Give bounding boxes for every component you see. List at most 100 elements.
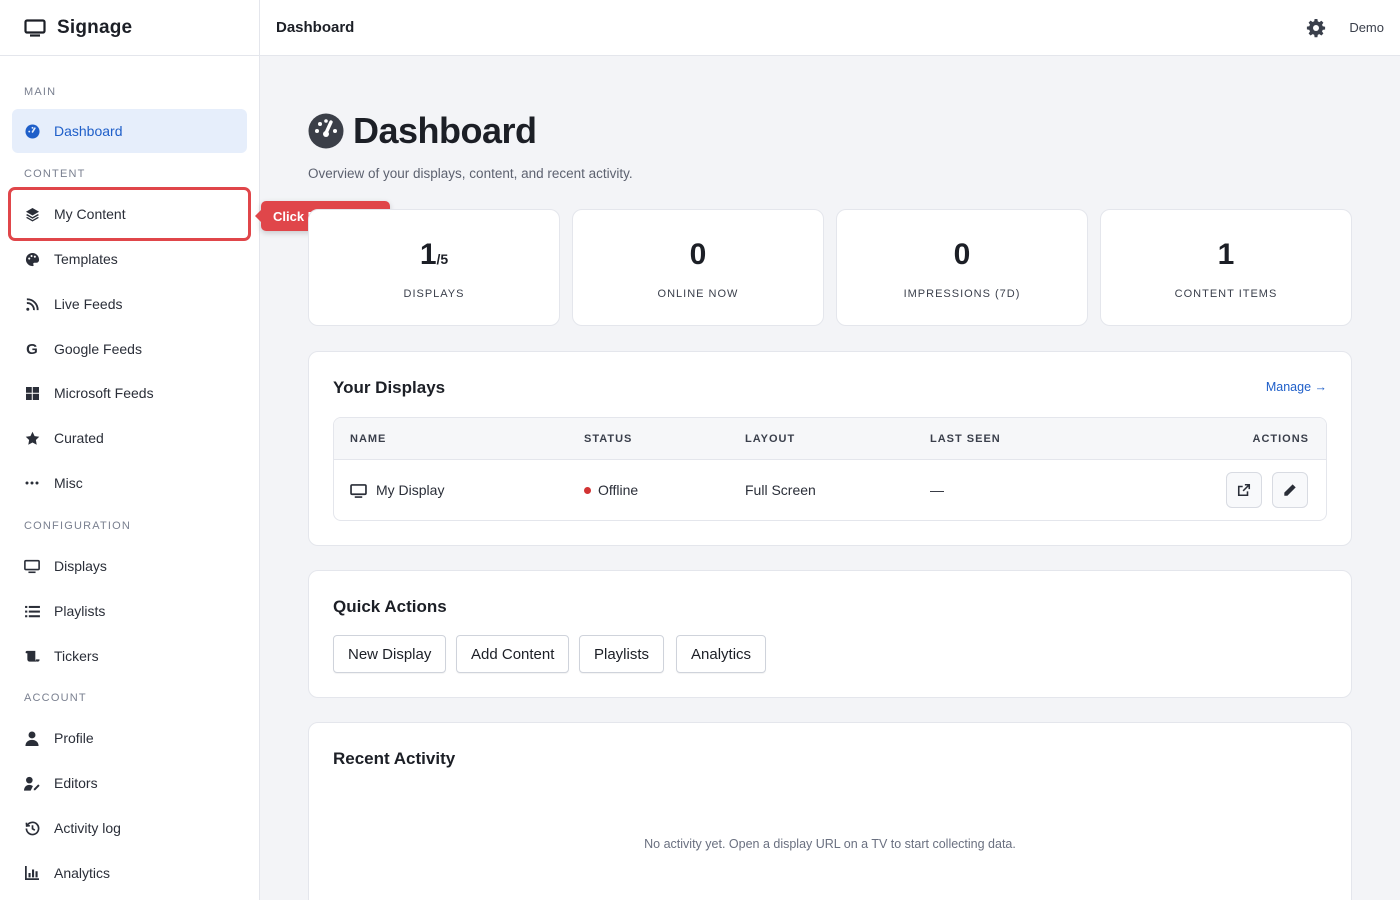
scroll-icon — [24, 648, 40, 664]
list-icon — [24, 603, 40, 619]
sidebar-item-microsoft-feeds[interactable]: Microsoft Feeds — [12, 371, 247, 415]
stat-label: CONTENT ITEMS — [1174, 288, 1278, 300]
display-name[interactable]: My Display — [376, 482, 444, 498]
section-label-configuration: CONFIGURATION — [24, 520, 132, 532]
sidebar-item-editors[interactable]: Editors — [12, 761, 247, 805]
stat-card-displays: 1/5 DISPLAYS — [308, 209, 560, 326]
brand-name: Signage — [57, 16, 133, 38]
status-dot — [584, 486, 591, 494]
stat-card-online: 0 ONLINE NOW — [572, 209, 824, 326]
section-label-main: MAIN — [24, 86, 57, 98]
sidebar-item-live-feeds[interactable]: Live Feeds — [12, 282, 247, 326]
stat-value: 1 — [1217, 238, 1235, 271]
section-label-account: ACCOUNT — [24, 692, 87, 704]
status-text: Offline — [598, 482, 639, 498]
new-display-button[interactable]: New Display — [333, 635, 447, 673]
monitor-icon — [24, 558, 40, 574]
topbar-title: Dashboard — [276, 19, 355, 36]
stat-suffix: /5 — [436, 251, 449, 267]
empty-state-message: No activity yet. Open a display URL on a… — [644, 837, 1016, 851]
sidebar-item-label: Templates — [54, 251, 118, 267]
stat-number: 1 — [419, 238, 437, 271]
sidebar-item-label: Google Feeds — [54, 341, 142, 357]
user-icon — [24, 730, 40, 746]
monitor-icon — [24, 18, 46, 37]
sidebar-item-playlists[interactable]: Playlists — [12, 589, 247, 633]
stat-label: ONLINE NOW — [657, 288, 739, 300]
card-title: Quick Actions — [333, 597, 447, 616]
sidebar-item-label: Dashboard — [54, 123, 123, 139]
history-icon — [24, 820, 40, 836]
playlists-button[interactable]: Playlists — [579, 635, 665, 673]
displays-table: NAME STATUS LAYOUT LAST SEEN ACTIONS My … — [333, 417, 1327, 521]
pencil-icon — [1284, 484, 1296, 496]
windows-icon — [24, 385, 40, 401]
sidebar-item-label: Live Feeds — [54, 296, 123, 312]
layers-icon — [24, 206, 40, 222]
column-header: NAME — [350, 433, 387, 445]
sidebar-item-label: Displays — [54, 558, 107, 574]
gear-icon[interactable] — [1306, 18, 1326, 38]
section-label-content: CONTENT — [24, 168, 86, 180]
chart-icon — [24, 865, 40, 881]
open-display-button[interactable] — [1226, 472, 1262, 508]
user-menu[interactable]: Demo — [1349, 20, 1384, 35]
page-title: Dashboard — [353, 110, 537, 151]
sidebar-item-label: Microsoft Feeds — [54, 385, 154, 401]
sidebar-item-tickers[interactable]: Tickers — [12, 634, 247, 678]
column-header: STATUS — [584, 433, 633, 445]
card-title: Recent Activity — [333, 749, 456, 768]
sidebar-item-curated[interactable]: Curated — [12, 416, 247, 460]
palette-icon — [24, 251, 40, 267]
stat-card-content-items: 1 CONTENT ITEMS — [1100, 209, 1352, 326]
stat-value: 0 — [689, 238, 707, 271]
gauge-icon — [24, 123, 40, 139]
google-icon: G — [26, 340, 38, 358]
stat-value: 1/5 — [309, 238, 559, 272]
broadcast-icon — [24, 296, 40, 312]
sidebar: Signage MAIN Dashboard CONTENT My Conten… — [0, 0, 260, 900]
status-badge: Offline — [584, 482, 638, 498]
sidebar-item-analytics[interactable]: Analytics — [12, 851, 247, 895]
sidebar-item-label: Curated — [54, 430, 104, 446]
displays-card: Your Displays Manage → NAME STATUS LAYOU… — [308, 351, 1352, 546]
edit-display-button[interactable] — [1272, 472, 1308, 508]
column-header: LAYOUT — [745, 433, 796, 445]
sidebar-item-label: Activity log — [54, 820, 121, 836]
ellipsis-icon — [24, 475, 40, 491]
card-title: Your Displays — [333, 378, 446, 397]
recent-activity-card: Recent Activity No activity yet. Open a … — [308, 722, 1352, 900]
sidebar-item-my-content[interactable]: My Content — [12, 192, 247, 236]
analytics-button[interactable]: Analytics — [676, 635, 767, 673]
add-content-button[interactable]: Add Content — [456, 635, 570, 673]
star-icon — [24, 430, 40, 446]
sidebar-item-label: Analytics — [54, 865, 111, 881]
sidebar-item-label: Editors — [54, 775, 98, 791]
column-header: ACTIONS — [1252, 433, 1309, 445]
sidebar-item-templates[interactable]: Templates — [12, 237, 247, 281]
stat-label: IMPRESSIONS (7D) — [903, 288, 1021, 300]
sidebar-item-activity-log[interactable]: Activity log — [12, 806, 247, 850]
table-header: NAME STATUS LAYOUT LAST SEEN ACTIONS — [334, 418, 1326, 460]
quick-actions-card: Quick Actions New Display Add Content Pl… — [308, 570, 1352, 698]
user-edit-icon — [24, 775, 40, 791]
sidebar-item-profile[interactable]: Profile — [12, 716, 247, 760]
page-subtitle: Overview of your displays, content, and … — [308, 166, 633, 181]
display-layout: Full Screen — [745, 482, 816, 498]
stat-label: DISPLAYS — [403, 288, 465, 300]
sidebar-item-dashboard[interactable]: Dashboard — [12, 109, 247, 153]
sidebar-item-displays[interactable]: Displays — [12, 544, 247, 588]
sidebar-item-misc[interactable]: Misc — [12, 461, 247, 505]
sidebar-item-google-feeds[interactable]: G Google Feeds — [12, 327, 247, 371]
sidebar-item-label: Playlists — [54, 603, 106, 619]
sidebar-item-label: My Content — [54, 206, 126, 222]
brand[interactable]: Signage — [0, 0, 259, 56]
monitor-icon — [350, 484, 367, 498]
stat-card-impressions: 0 IMPRESSIONS (7D) — [836, 209, 1088, 326]
external-link-icon — [1237, 483, 1251, 497]
manage-link[interactable]: Manage → — [1266, 380, 1327, 394]
column-header: LAST SEEN — [930, 433, 1001, 445]
sidebar-item-label: Profile — [54, 730, 94, 746]
sidebar-item-label: Tickers — [54, 648, 99, 664]
display-last-seen: — — [930, 482, 944, 498]
